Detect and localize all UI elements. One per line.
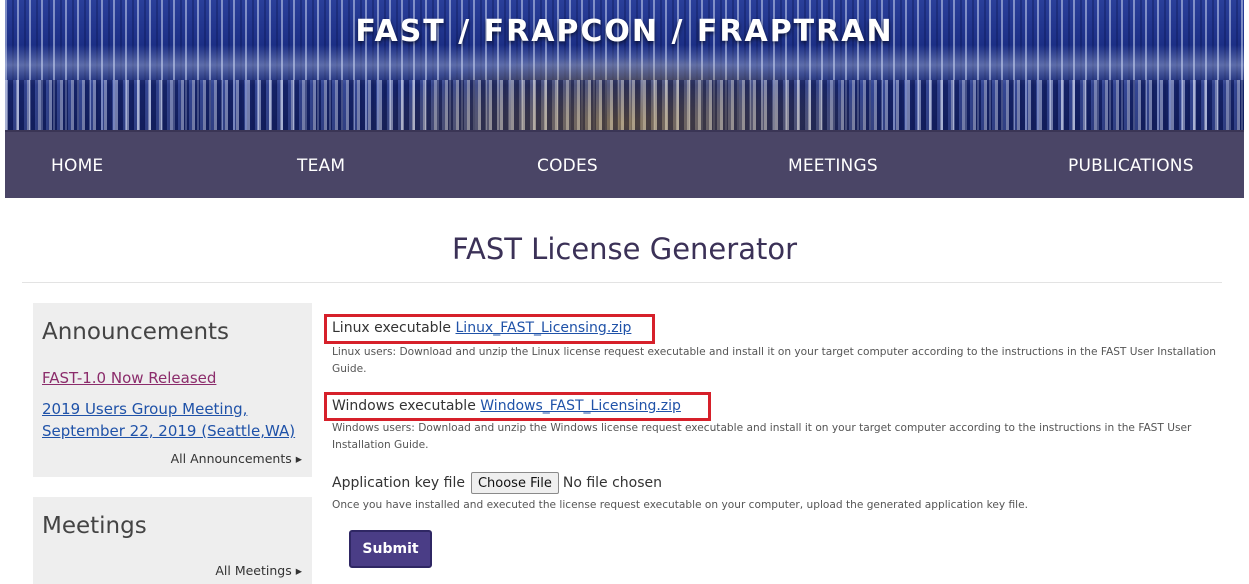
announcements-panel: Announcements FAST-1.0 Now Released 2019…: [33, 303, 312, 477]
app-key-description: Once you have installed and executed the…: [332, 499, 1029, 511]
linux-label: Linux executable: [332, 320, 452, 336]
title-divider: [22, 282, 1222, 283]
announcement-link-fast-release[interactable]: FAST-1.0 Now Released: [42, 367, 216, 389]
windows-download-link[interactable]: Windows_FAST_Licensing.zip: [480, 398, 681, 414]
announcement-link-users-group[interactable]: 2019 Users Group Meeting, September 22, …: [42, 398, 307, 442]
app-key-row: Application key file Choose File No file…: [332, 472, 662, 494]
meetings-heading: Meetings: [42, 513, 147, 539]
app-key-label: Application key file: [332, 475, 465, 491]
announcements-heading: Announcements: [42, 319, 230, 345]
nav-home[interactable]: HOME: [51, 132, 103, 200]
nav-meetings[interactable]: MEETINGS: [788, 132, 878, 200]
all-meetings-link[interactable]: All Meetings ▸: [215, 563, 302, 578]
choose-file-button[interactable]: Choose File: [470, 472, 559, 494]
nav-team[interactable]: TEAM: [297, 132, 345, 200]
banner-texture: [5, 80, 1244, 130]
file-status: No file chosen: [562, 475, 663, 491]
main-nav: HOME TEAM CODES MEETINGS PUBLICATIONS: [5, 130, 1244, 198]
linux-download-line: Linux executable Linux_FAST_Licensing.zi…: [332, 320, 631, 336]
page-title: FAST License Generator: [451, 232, 797, 266]
all-announcements-link[interactable]: All Announcements ▸: [171, 451, 302, 466]
windows-download-line: Windows executable Windows_FAST_Licensin…: [332, 398, 681, 414]
meetings-panel: Meetings All Meetings ▸: [33, 497, 312, 584]
banner-shine: [5, 45, 1244, 85]
submit-button[interactable]: Submit: [349, 530, 432, 568]
nav-publications[interactable]: PUBLICATIONS: [1068, 132, 1194, 200]
linux-download-link[interactable]: Linux_FAST_Licensing.zip: [456, 320, 632, 336]
windows-label: Windows executable: [332, 398, 476, 414]
windows-description: Windows users: Download and unzip the Wi…: [332, 422, 1192, 451]
header-banner: FAST / FRAPCON / FRAPTRAN: [5, 0, 1244, 130]
site-title: FAST / FRAPCON / FRAPTRAN: [355, 14, 894, 49]
nav-codes[interactable]: CODES: [537, 132, 598, 200]
linux-description: Linux users: Download and unzip the Linu…: [332, 346, 1216, 375]
